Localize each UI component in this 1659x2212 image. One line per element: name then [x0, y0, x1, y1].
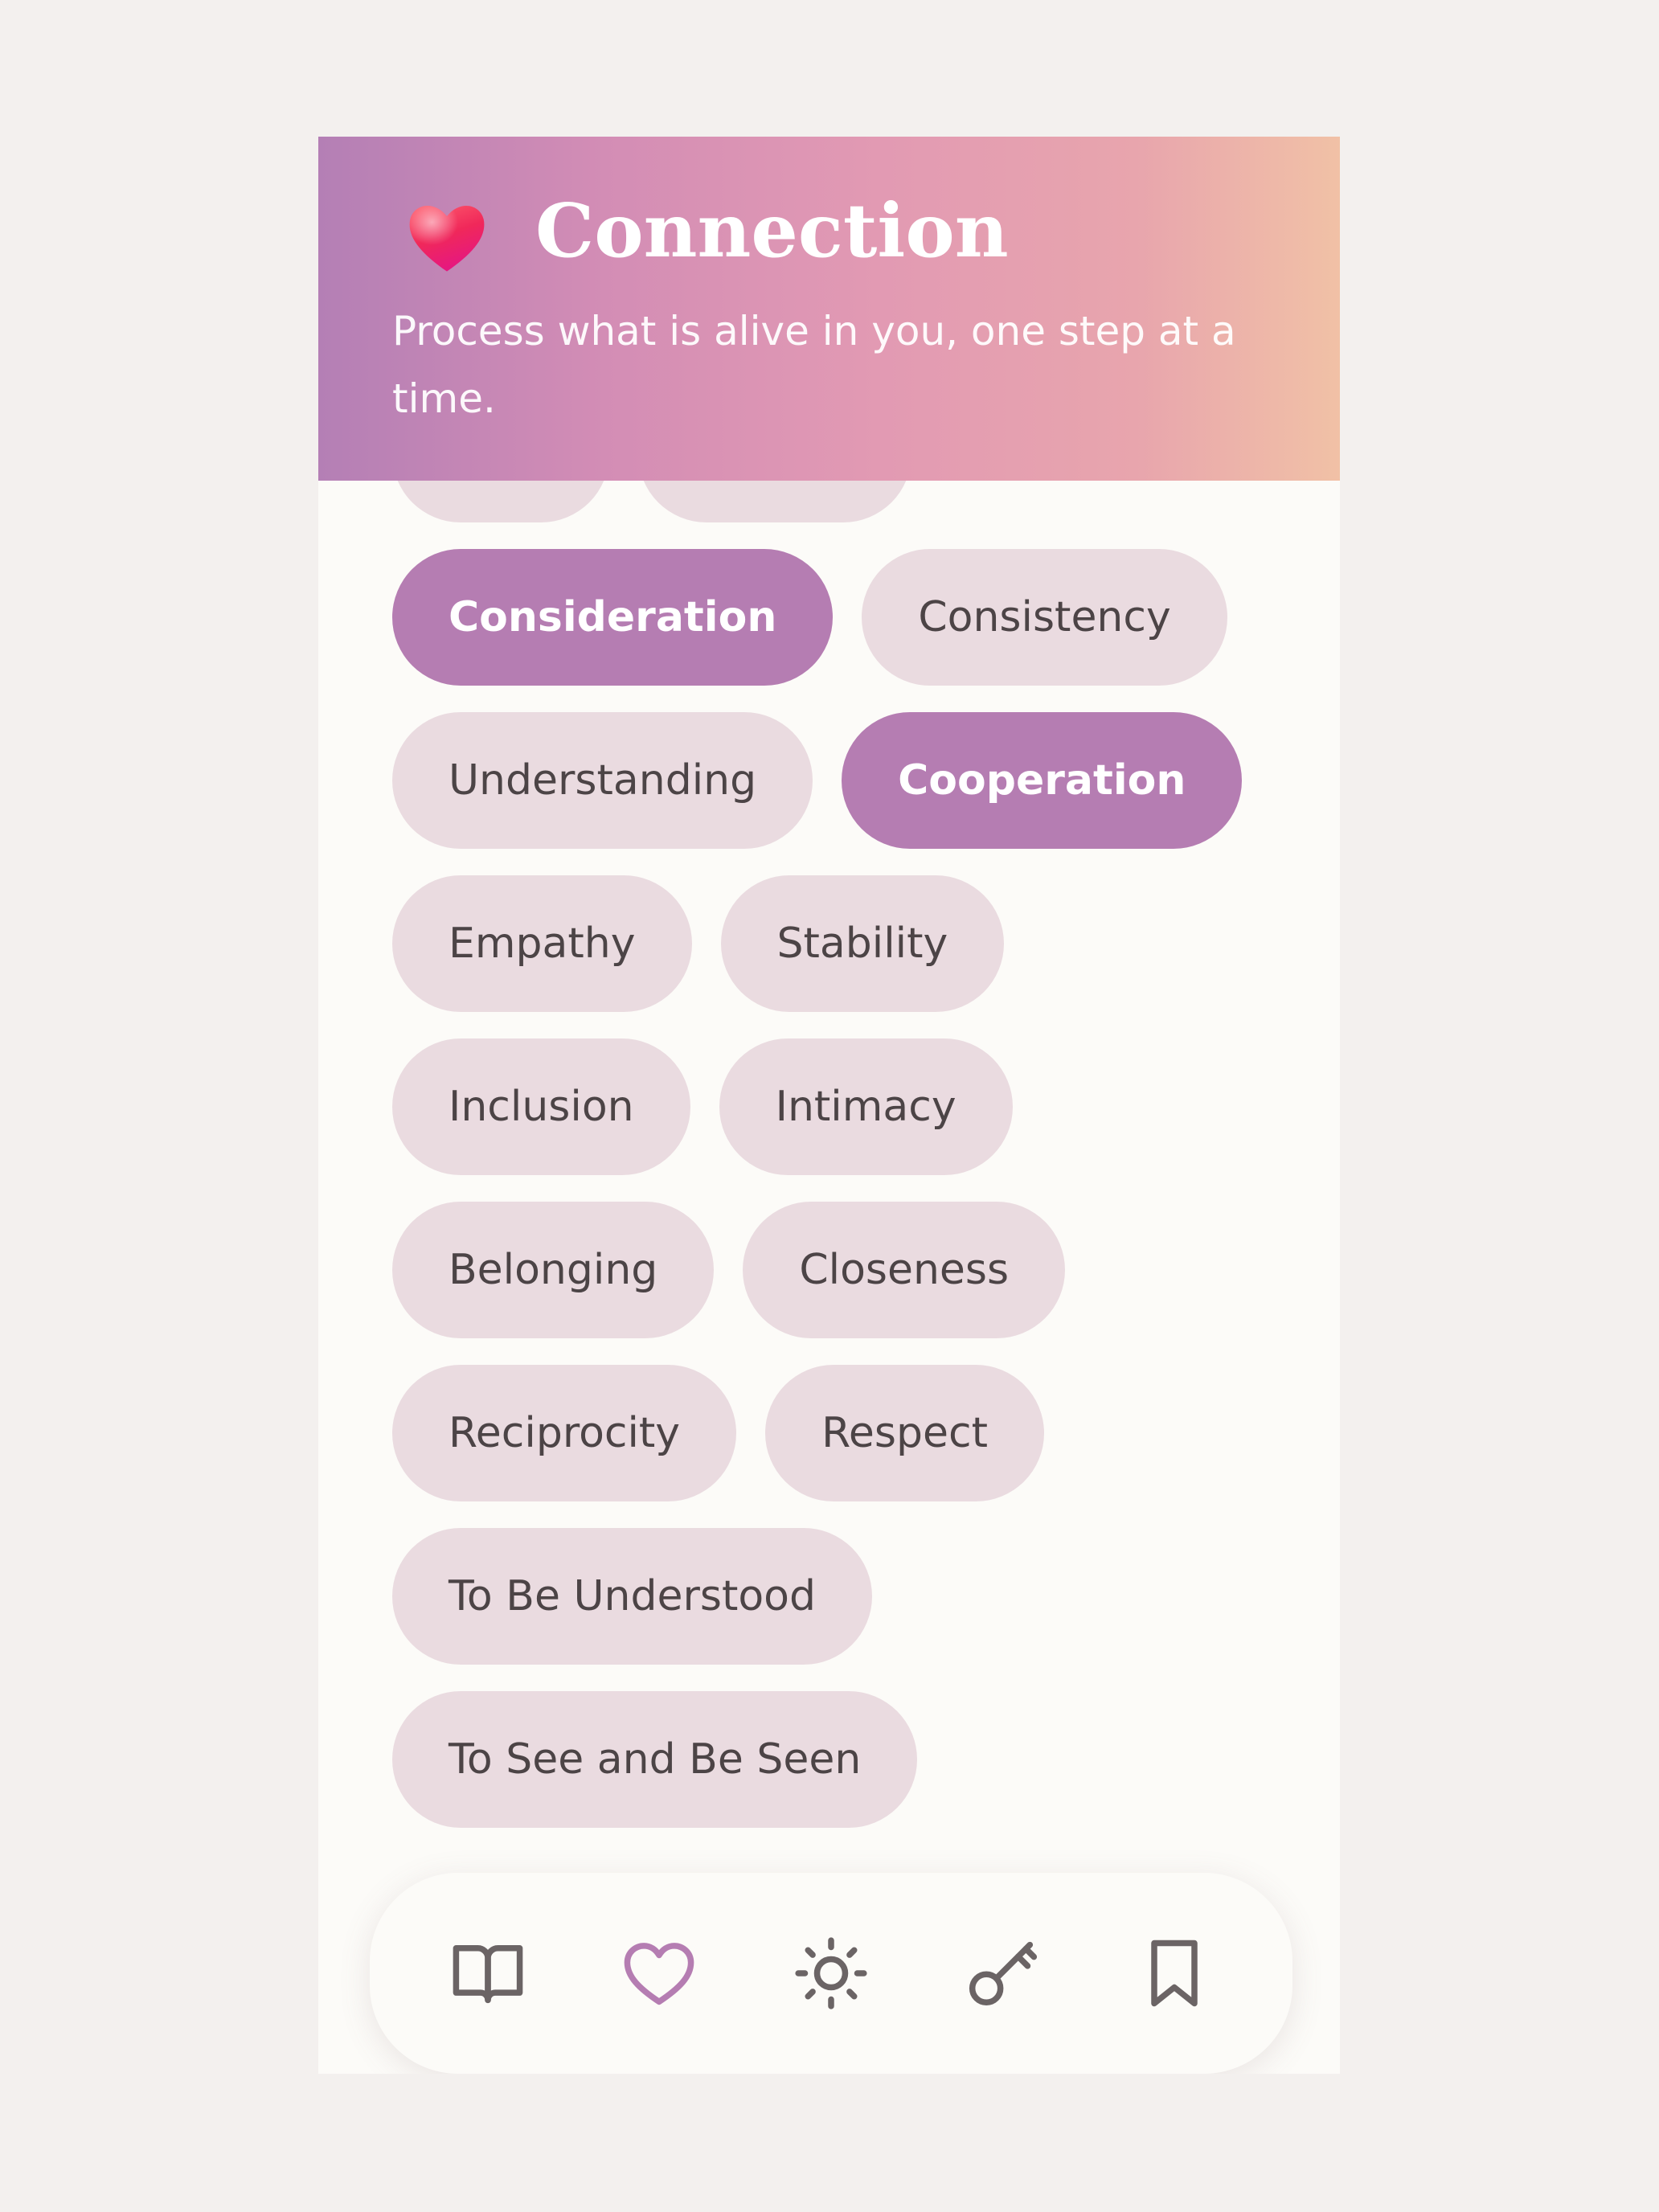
header: Connection Process what is alive in you,… [318, 137, 1340, 481]
need-chip-belonging[interactable]: Belonging [392, 1202, 715, 1338]
sun-icon [795, 1937, 867, 2009]
need-chip-to-be-understood[interactable]: To Be Understood [392, 1528, 872, 1665]
heart-outline-icon [625, 1943, 694, 2005]
nav-sun-button[interactable] [775, 1917, 887, 2030]
need-chip-reciprocity[interactable]: Reciprocity [392, 1365, 737, 1501]
chip-row: Reciprocity Respect [392, 1365, 1276, 1501]
app-screen: Consideration Consistency Understanding Coo… [318, 137, 1340, 2074]
page-subtitle: Process what is alive in you, one step a… [392, 308, 1236, 422]
nav-connection-button[interactable] [603, 1917, 715, 2030]
chip-row: To See and Be Seen [392, 1691, 1276, 1828]
chip-row: Empathy Stability [392, 875, 1276, 1012]
bookmark-icon [1151, 1940, 1198, 2007]
chip-row: To Be Understood [392, 1528, 1276, 1665]
chip-row: Consideration Consistency [392, 549, 1276, 686]
nav-journal-button[interactable] [432, 1917, 544, 2030]
needs-chip-list: Consideration Consistency Understanding Coo… [392, 386, 1276, 1854]
nav-bookmark-button[interactable] [1118, 1917, 1231, 2030]
chip-row: Understanding Cooperation [392, 712, 1276, 849]
book-open-icon [453, 1945, 523, 2004]
need-chip-understanding[interactable]: Understanding [392, 712, 813, 849]
heart-icon [409, 206, 485, 272]
page-title: Connection [535, 187, 1009, 274]
need-chip-respect[interactable]: Respect [765, 1365, 1044, 1501]
need-chip-consistency[interactable]: Consistency [862, 549, 1227, 686]
need-chip-empathy[interactable]: Empathy [392, 875, 692, 1012]
need-chip-inclusion[interactable]: Inclusion [392, 1038, 690, 1175]
chip-row: Belonging Closeness [392, 1202, 1276, 1338]
nav-key-button[interactable] [947, 1917, 1059, 2030]
need-chip-closeness[interactable]: Closeness [743, 1202, 1066, 1338]
bottom-nav [370, 1873, 1292, 2074]
key-icon [969, 1941, 1037, 2005]
need-chip-cooperation[interactable]: Cooperation [842, 712, 1243, 849]
need-chip-intimacy[interactable]: Intimacy [719, 1038, 1013, 1175]
need-chip-to-see-and-be-seen[interactable]: To See and Be Seen [392, 1691, 918, 1828]
chip-row: Inclusion Intimacy [392, 1038, 1276, 1175]
need-chip-stability[interactable]: Stability [720, 875, 1005, 1012]
need-chip-consideration[interactable]: Consideration [392, 549, 834, 686]
